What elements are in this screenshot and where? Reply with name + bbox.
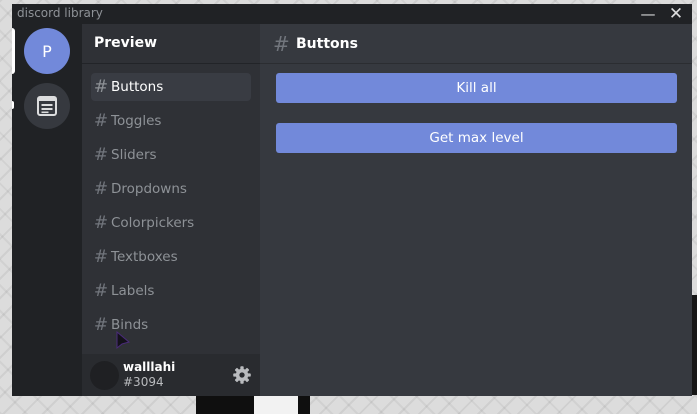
user-panel: walllahi #3094 (82, 354, 260, 396)
channel-panel: Preview # Buttons # Toggles # Sliders # … (82, 24, 260, 396)
server-document-button[interactable] (24, 83, 70, 129)
channel-label: Toggles (111, 113, 162, 129)
channel-label: Textboxes (111, 249, 178, 265)
close-icon: ✕ (668, 4, 684, 24)
kill-all-button[interactable]: Kill all (276, 73, 677, 103)
document-icon (37, 96, 57, 116)
active-server-indicator (12, 28, 15, 74)
hash-icon: # (273, 32, 290, 56)
hash-icon: # (93, 179, 109, 199)
background-character (196, 396, 310, 414)
panel-title: Preview (94, 35, 158, 51)
channel-label: Dropdowns (111, 181, 187, 197)
channel-label: Colorpickers (111, 215, 195, 231)
channel-binds[interactable]: # Binds (91, 311, 251, 339)
channel-sliders[interactable]: # Sliders (91, 141, 251, 169)
hash-icon: # (93, 145, 109, 165)
minimize-button[interactable]: — (638, 4, 658, 24)
hash-icon: # (93, 213, 109, 233)
user-tag: #3094 (123, 375, 164, 389)
channel-toggles[interactable]: # Toggles (91, 107, 251, 135)
server-p-label: P (42, 41, 52, 61)
channel-label: Labels (111, 283, 155, 299)
hash-icon: # (93, 111, 109, 131)
channel-labels[interactable]: # Labels (91, 277, 251, 305)
server-rail: P (12, 24, 82, 396)
server-p-button[interactable]: P (24, 28, 70, 74)
panel-header: Preview (82, 24, 260, 64)
username: walllahi (123, 360, 176, 374)
avatar (90, 361, 119, 390)
minimize-icon: — (640, 5, 656, 23)
hash-icon: # (93, 315, 109, 335)
channel-colorpickers[interactable]: # Colorpickers (91, 209, 251, 237)
get-max-level-button[interactable]: Get max level (276, 123, 677, 153)
content-header: # Buttons (260, 24, 692, 64)
content-area: # Buttons Kill all Get max level (260, 24, 692, 396)
channel-label: Sliders (111, 147, 157, 163)
titlebar[interactable]: discord library — ✕ (12, 4, 692, 24)
channel-buttons[interactable]: # Buttons (91, 73, 251, 101)
channel-label: Buttons (111, 79, 164, 95)
gear-icon[interactable] (232, 365, 252, 385)
channel-dropdowns[interactable]: # Dropdowns (91, 175, 251, 203)
window-title: discord library (17, 6, 103, 20)
hash-icon: # (93, 77, 109, 97)
library-window: discord library — ✕ P Preview # Buttons … (12, 4, 692, 396)
content-title: Buttons (296, 36, 358, 52)
server-indicator (12, 101, 14, 109)
mouse-cursor-icon (116, 331, 131, 350)
hash-icon: # (93, 281, 109, 301)
hash-icon: # (93, 247, 109, 267)
close-button[interactable]: ✕ (666, 4, 686, 24)
channel-textboxes[interactable]: # Textboxes (91, 243, 251, 271)
